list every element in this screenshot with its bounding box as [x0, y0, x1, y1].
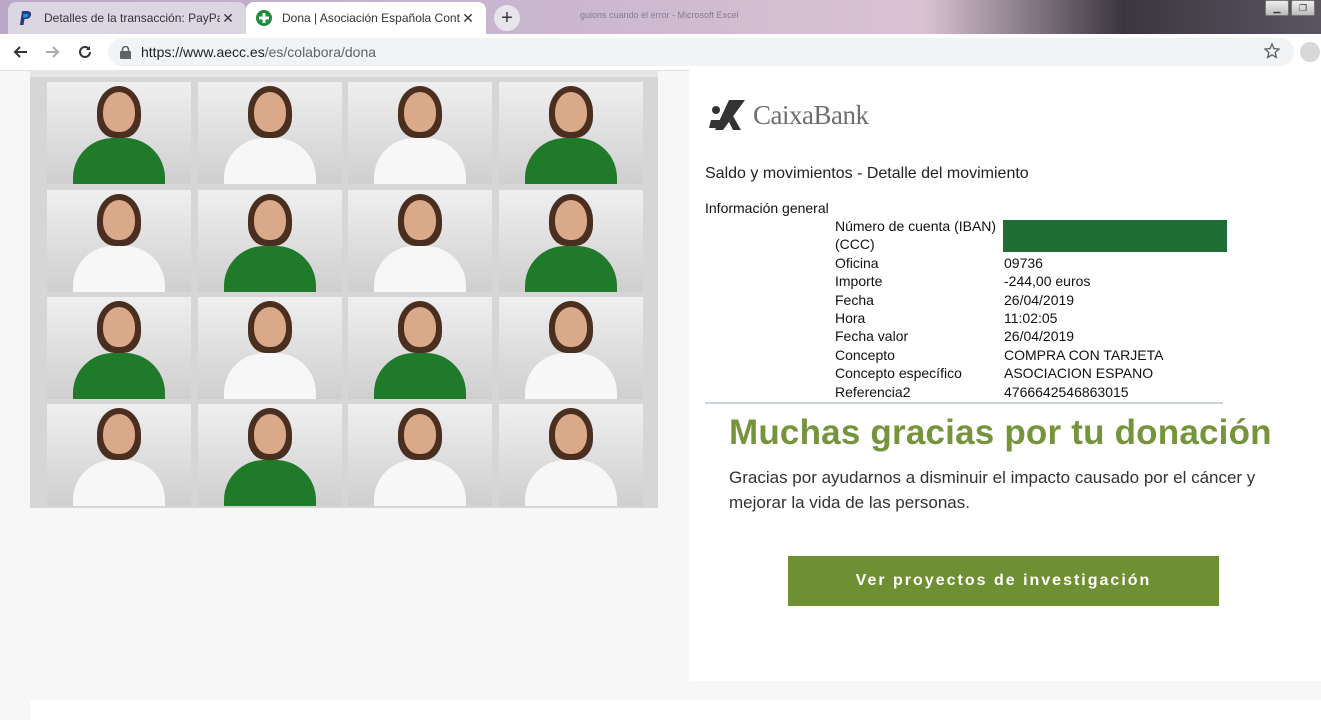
caixabank-logo: CaixaBank	[707, 98, 869, 132]
receipt-row: Hora 11:02:05	[835, 309, 1163, 327]
receipt-row: Oficina 09736	[835, 254, 1163, 272]
tab-title: Dona | Asociación Española Cont	[282, 11, 460, 25]
volunteer-photo	[198, 82, 342, 184]
receipt-label: Hora	[835, 310, 866, 327]
account-label-2: (CCC)	[835, 236, 875, 253]
footer-section	[30, 700, 1321, 720]
volunteer-photo	[47, 190, 191, 292]
browser-toolbar: https://www.aecc.es/es/colabora/dona	[0, 34, 1321, 71]
minimize-button[interactable]: ▁	[1265, 0, 1289, 16]
volunteer-photo	[499, 404, 643, 506]
volunteer-photo	[198, 190, 342, 292]
receipt-row: Fecha valor 26/04/2019	[835, 327, 1163, 345]
volunteer-photo	[47, 297, 191, 399]
volunteer-photo	[348, 404, 492, 506]
address-bar[interactable]: https://www.aecc.es/es/colabora/dona	[108, 38, 1294, 66]
photo-grid-top-strip	[30, 70, 658, 77]
volunteer-photo	[47, 82, 191, 184]
receipt-label: Importe	[835, 273, 883, 290]
tab-title: Detalles de la transacción: PayPal	[44, 11, 220, 25]
volunteer-photo	[348, 297, 492, 399]
new-tab-button[interactable]: +	[494, 5, 520, 31]
receipt-divider	[705, 402, 1223, 404]
volunteer-photo	[198, 404, 342, 506]
receipt-row: Importe -244,00 euros	[835, 272, 1163, 290]
tab-paypal[interactable]: Detalles de la transacción: PayPal ✕	[8, 2, 246, 34]
receipt-value: 11:02:05	[1004, 310, 1058, 327]
receipt-value: 4766642546863015	[1004, 383, 1129, 400]
receipt-label: Oficina	[835, 254, 879, 271]
receipt-label: Fecha	[835, 291, 874, 308]
tab-strip: guions cuando el error - Microsoft Excel…	[0, 0, 1321, 34]
receipt-value: 09736	[1004, 254, 1043, 271]
close-icon[interactable]: ✕	[460, 10, 476, 27]
lock-icon	[120, 45, 131, 59]
receipt-value: 26/04/2019	[1004, 328, 1075, 345]
url-path: /es/colabora/dona	[264, 44, 377, 60]
volunteer-photo	[47, 404, 191, 506]
account-label: Número de cuenta (IBAN)	[835, 218, 997, 234]
back-arrow-icon	[13, 46, 27, 58]
forward-arrow-icon	[46, 46, 60, 58]
receipt-label: Referencia2	[835, 383, 911, 400]
receipt-row: Concepto específico ASOCIACION ESPANO	[835, 364, 1163, 382]
receipt-row: Fecha 26/04/2019	[835, 291, 1163, 309]
receipt-label: Fecha valor	[835, 328, 909, 345]
volunteer-photo	[198, 297, 342, 399]
paypal-icon	[18, 10, 34, 26]
receipt-value: ASOCIACION ESPANO	[1004, 365, 1154, 382]
volunteer-photo	[499, 82, 643, 184]
restore-button[interactable]: ❐	[1291, 0, 1315, 16]
back-button[interactable]	[9, 41, 31, 63]
volunteer-photo	[499, 190, 643, 292]
volunteer-photo	[499, 297, 643, 399]
volunteer-photo-grid	[30, 70, 658, 508]
bank-name: CaixaBank	[753, 99, 869, 130]
receipt-label: Concepto específico	[835, 365, 962, 382]
thanks-heading: Muchas gracias por tu donación	[729, 413, 1272, 452]
forward-button[interactable]	[42, 41, 64, 63]
receipt-details: Número de cuenta (IBAN) (CCC) Oficina 097…	[835, 217, 1163, 401]
receipt-value: 26/04/2019	[1004, 291, 1075, 308]
reload-button[interactable]	[74, 41, 96, 63]
account-row-2: (CCC)	[835, 235, 1163, 253]
receipt-row: Concepto COMPRA CON TARJETA	[835, 346, 1163, 364]
account-row: Número de cuenta (IBAN)	[835, 217, 1163, 235]
url-host: https://www.aecc.es	[141, 44, 265, 60]
thanks-message: Gracias por ayudarnos a disminuir el imp…	[729, 468, 1256, 512]
receipt-section-title: Información general	[705, 200, 829, 216]
receipt-label: Concepto	[835, 346, 895, 363]
tab-aecc[interactable]: Dona | Asociación Española Cont ✕	[246, 2, 486, 34]
receipt-value: -244,00 euros	[1004, 273, 1091, 290]
volunteer-photo	[348, 190, 492, 292]
window-controls: ▁ ❐	[1265, 0, 1315, 16]
reload-icon	[79, 45, 91, 58]
receipt-row: Referencia2 4766642546863015	[835, 383, 1163, 401]
volunteer-photo	[348, 82, 492, 184]
background-window-text: guions cuando el error - Microsoft Excel	[580, 10, 739, 20]
bank-receipt-image: CaixaBank Saldo y movimientos - Detalle …	[705, 90, 1235, 406]
profile-avatar[interactable]	[1300, 42, 1320, 62]
aecc-icon	[256, 10, 272, 26]
receipt-value: COMPRA CON TARJETA	[1004, 346, 1164, 363]
bookmark-star-icon[interactable]	[1263, 42, 1281, 62]
research-projects-button[interactable]: Ver proyectos de investigación	[788, 556, 1219, 606]
close-icon[interactable]: ✕	[220, 10, 236, 27]
receipt-title: Saldo y movimientos - Detalle del movimi…	[705, 165, 1029, 182]
caixabank-star-icon	[709, 100, 745, 130]
